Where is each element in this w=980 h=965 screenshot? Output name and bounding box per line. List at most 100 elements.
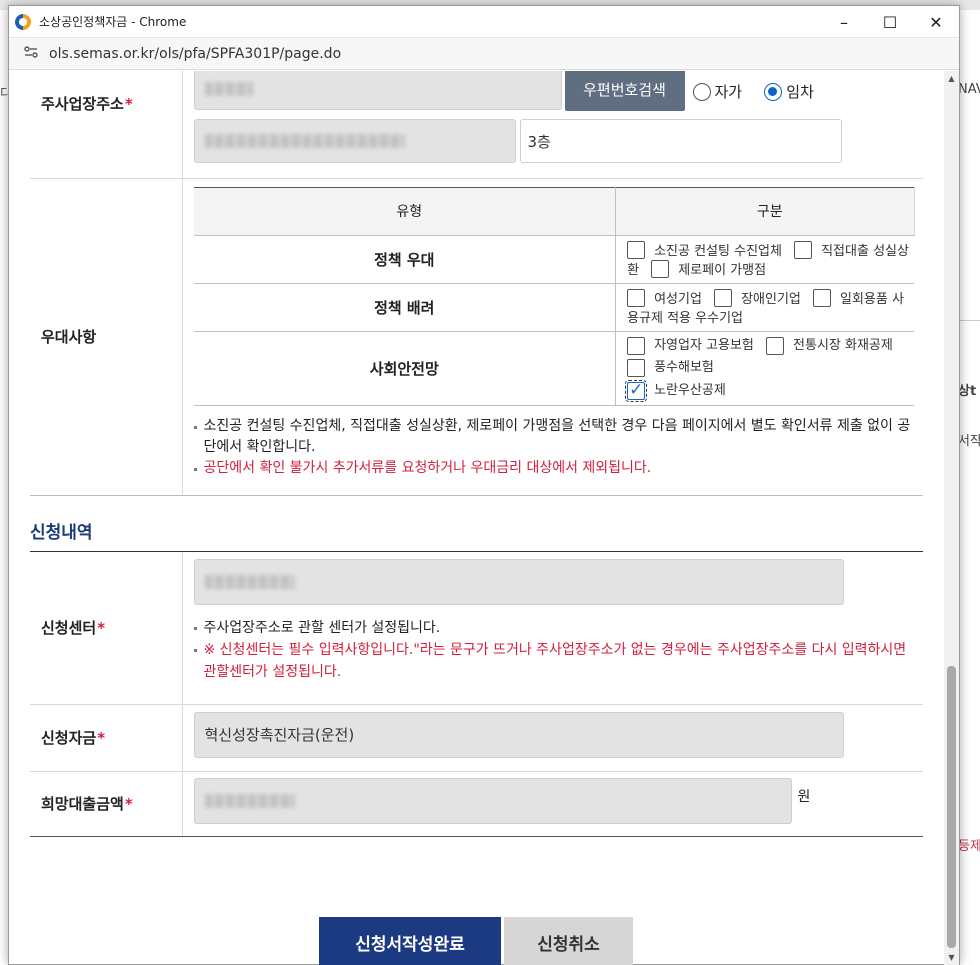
- popup-window: 소상공인정책자금 - Chrome – ☐ ✕ ols.semas.or.kr/…: [8, 5, 960, 965]
- preference-row-consideration: 정책 배려 여성기업 장애인기업 일회용품 사용규제 적용 우수기업: [193, 283, 914, 332]
- window-controls: – ☐ ✕: [821, 6, 959, 37]
- center-warning: ※ 신청센터는 필수 입력사항입니다."라는 문구가 뜨거나 주사업장주소가 없…: [193, 639, 914, 683]
- checkbox-label: 노란우산공제: [654, 382, 726, 398]
- redacted-text: [204, 134, 405, 148]
- radio-own[interactable]: [692, 82, 711, 101]
- postal-search-button[interactable]: 우편번호검색: [564, 71, 685, 111]
- checkbox-disabled-business[interactable]: [714, 288, 733, 307]
- close-button[interactable]: ✕: [913, 6, 959, 38]
- cancel-button[interactable]: 신청취소: [504, 917, 633, 965]
- address-label-text: 주사업장주소: [41, 95, 124, 113]
- preference-label: 우대사항: [30, 178, 183, 496]
- center-label: 신청센터*: [30, 552, 183, 705]
- amount-cell: 원: [182, 771, 923, 837]
- radio-rent-label: 임차: [786, 83, 814, 101]
- minimize-button[interactable]: –: [821, 6, 867, 38]
- road-address-field[interactable]: [193, 119, 516, 163]
- submit-button[interactable]: 신청서작성완료: [319, 917, 501, 965]
- checkbox-label: 제로페이 가맹점: [678, 263, 767, 278]
- preference-options: 소진공 컨설팅 수진업체 직접대출 성실상환 제로페이 가맹점: [615, 235, 914, 284]
- form-table-top: 주사업장주소* 우편번호검색 자가 임차 3층 우대사항 유형 구분 정책 우대…: [30, 71, 923, 496]
- preference-options: 여성기업 장애인기업 일회용품 사용규제 적용 우수기업: [615, 283, 914, 332]
- amount-row: 희망대출금액* 원: [30, 771, 923, 837]
- ownership-radio-group: 자가 임차: [692, 81, 814, 102]
- checkbox-label: 소진공 컨설팅 수진업체: [654, 244, 782, 259]
- center-row: 신청센터* 주사업장주소로 관할 센터가 설정됩니다. ※ 신청센터는 필수 입…: [30, 552, 923, 705]
- redacted-text: [204, 575, 295, 589]
- preference-warning: 공단에서 확인 불가시 추가서류를 요청하거나 우대금리 대상에서 제외됩니다.: [193, 458, 915, 479]
- checkbox-employment-insurance[interactable]: [627, 336, 646, 355]
- checkbox-consulting[interactable]: [627, 240, 646, 259]
- preference-cell: 유형 구분 정책 우대 소진공 컨설팅 수진업체 직접대출 성실상환 제로페이 …: [182, 178, 923, 496]
- background-right-text: NAV: [958, 82, 980, 97]
- checkbox-label: 전통시장 화재공제: [793, 337, 893, 353]
- checkbox-storm-insurance[interactable]: [627, 359, 646, 377]
- preference-row-name: 정책 우대: [193, 235, 617, 284]
- redacted-text: [204, 82, 253, 96]
- scroll-down-icon[interactable]: ▼: [944, 950, 959, 965]
- url-text[interactable]: ols.semas.or.kr/ols/pfa/SPFA301P/page.do: [49, 46, 341, 62]
- address-cell: 우편번호검색 자가 임차 3층: [182, 71, 923, 179]
- app-logo-icon: [15, 13, 31, 30]
- address-bar: ols.semas.or.kr/ols/pfa/SPFA301P/page.do: [9, 38, 959, 70]
- amount-input[interactable]: [193, 777, 792, 824]
- preference-row-safety-net: 사회안전망 자영업자 고용보험 전통시장 화재공제 풍수해보험 노란우산공제: [193, 331, 914, 406]
- fund-label: 신청자금*: [30, 704, 183, 772]
- checkbox-zeropay[interactable]: [651, 259, 670, 278]
- site-info-icon[interactable]: [23, 45, 39, 62]
- preference-row-policy: 정책 우대 소진공 컨설팅 수진업체 직접대출 성실상환 제로페이 가맹점: [193, 235, 914, 284]
- preference-note: 소진공 컨설팅 수진업체, 직접대출 성실상환, 제로페이 가맹점을 선택한 경…: [193, 416, 915, 458]
- center-notes: 주사업장주소로 관할 센터가 설정됩니다. ※ 신청센터는 필수 입력사항입니다…: [193, 617, 914, 683]
- center-cell: 주사업장주소로 관할 센터가 설정됩니다. ※ 신청센터는 필수 입력사항입니다…: [182, 552, 923, 705]
- background-right-text: 상t: [958, 384, 977, 399]
- address-row: 주사업장주소* 우편번호검색 자가 임차 3층: [30, 71, 923, 179]
- vertical-scrollbar[interactable]: ▲ ▼: [944, 71, 959, 965]
- amount-label-text: 희망대출금액: [41, 795, 124, 813]
- required-mark: *: [97, 619, 106, 638]
- center-label-text: 신청센터: [41, 619, 97, 638]
- checkbox-loan-repayment[interactable]: [794, 240, 813, 259]
- checkbox-market-fire[interactable]: [766, 336, 785, 355]
- preference-table: 유형 구분 정책 우대 소진공 컨설팅 수진업체 직접대출 성실상환 제로페이 …: [193, 186, 915, 407]
- title-bar: 소상공인정책자금 - Chrome – ☐ ✕: [9, 6, 959, 38]
- radio-rent[interactable]: [764, 82, 783, 101]
- checkbox-disposable-regulation[interactable]: [813, 288, 832, 307]
- checkbox-label: 풍수해보험: [654, 360, 714, 375]
- center-note: 주사업장주소로 관할 센터가 설정됩니다.: [193, 617, 914, 639]
- required-mark: *: [97, 729, 106, 747]
- checkbox-label: 자영업자 고용보험: [654, 337, 754, 353]
- preference-options: 자영업자 고용보험 전통시장 화재공제 풍수해보험 노란우산공제: [615, 331, 914, 406]
- maximize-button[interactable]: ☐: [867, 6, 913, 38]
- checkbox-yellow-umbrella[interactable]: [625, 379, 648, 402]
- fund-row: 신청자금* 혁신성장촉진자금(운전): [30, 704, 923, 772]
- fund-field[interactable]: 혁신성장촉진자금(운전): [193, 711, 844, 758]
- section-title: 신청내역: [30, 523, 93, 543]
- detail-address-input[interactable]: 3층: [519, 119, 842, 163]
- required-mark: *: [124, 795, 133, 813]
- fund-label-text: 신청자금: [41, 729, 97, 747]
- preference-header-category: 구분: [615, 186, 915, 236]
- form-table-application: 신청센터* 주사업장주소로 관할 센터가 설정됩니다. ※ 신청센터는 필수 입…: [30, 552, 923, 837]
- postal-code-field[interactable]: [193, 71, 562, 110]
- preference-row-name: 사회안전망: [193, 331, 617, 406]
- page-viewport: 주사업장주소* 우편번호검색 자가 임차 3층 우대사항 유형 구분 정책 우대…: [9, 71, 959, 965]
- redacted-text: [204, 793, 295, 808]
- address-label: 주사업장주소*: [30, 71, 183, 179]
- background-right-text: 서작: [958, 434, 980, 449]
- action-buttons: 신청서작성완료 신청취소: [319, 917, 633, 965]
- checkbox-label: 여성기업: [654, 292, 702, 307]
- checkbox-women-business[interactable]: [627, 288, 646, 307]
- preference-row: 우대사항 유형 구분 정책 우대 소진공 컨설팅 수진업체 직접대출 성실상환 …: [30, 178, 923, 496]
- scroll-up-icon[interactable]: ▲: [944, 71, 959, 86]
- center-field[interactable]: [193, 559, 844, 605]
- preference-row-name: 정책 배려: [193, 283, 617, 332]
- preference-notes: 소진공 컨설팅 수진업체, 직접대출 성실상환, 제로페이 가맹점을 선택한 경…: [193, 406, 915, 495]
- amount-unit: 원: [797, 788, 811, 805]
- required-mark: *: [124, 95, 133, 113]
- fund-cell: 혁신성장촉진자금(운전): [182, 704, 923, 772]
- scrollbar-thumb[interactable]: [947, 666, 956, 948]
- background-divider: [958, 320, 980, 321]
- radio-own-label: 자가: [714, 83, 743, 101]
- background-right-text: 등제: [958, 839, 980, 854]
- amount-label: 희망대출금액*: [30, 771, 183, 837]
